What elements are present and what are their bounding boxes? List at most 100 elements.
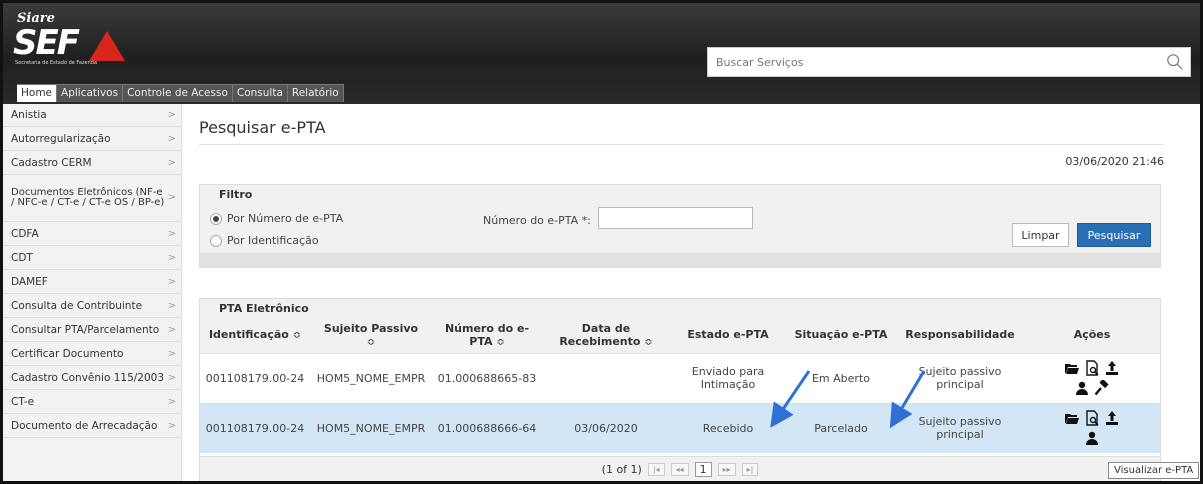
folder-open-icon[interactable] <box>1064 410 1080 426</box>
sidebar-item-autorregularizacao[interactable]: Autorregularização > <box>3 127 181 151</box>
radio-por-identificacao[interactable]: Por Identificação <box>210 234 319 247</box>
chevron-right-icon: > <box>167 252 176 263</box>
chevron-right-icon: > <box>167 396 176 407</box>
view-document-icon[interactable] <box>1084 360 1100 376</box>
sidebar-item-cdt[interactable]: CDT > <box>3 246 181 270</box>
tab-consulta[interactable]: Consulta <box>233 85 288 102</box>
sidebar-item-label: Anistia <box>11 109 47 121</box>
paginator: (1 of 1) |◂ ◂◂ 1 ▸▸ ▸| <box>200 456 1160 481</box>
tab-controle-de-acesso[interactable]: Controle de Acesso <box>123 85 233 102</box>
sidebar-item-label: DAMEF <box>11 275 48 288</box>
tooltip-visualizar: Visualizar e-PTA <box>1108 462 1200 479</box>
top-nav: Home Aplicativos Controle de Acesso Cons… <box>17 84 344 102</box>
pager-page-1[interactable]: 1 <box>694 462 712 477</box>
sidebar-item-documento-arrecadacao[interactable]: Documento de Arrecadação > <box>3 414 181 438</box>
cell-numero-epta: 01.000688666-64 <box>432 402 542 453</box>
sidebar-item-label: Certificar Documento <box>11 347 124 360</box>
col-label: Identificação <box>208 328 289 342</box>
table-row[interactable]: 001108179.00-24 HOM5_NOME_EMPR 01.000688… <box>200 402 1160 453</box>
search-box <box>707 47 1191 77</box>
sidebar-item-label: Consultar PTA/Parcelamento <box>11 323 160 336</box>
cell-identificacao: 001108179.00-24 <box>200 352 310 403</box>
sidebar-item-consultar-pta[interactable]: Consultar PTA/Parcelamento > <box>3 318 181 342</box>
datetime: 03/06/2020 21:46 <box>1065 155 1164 168</box>
cell-responsabilidade: Sujeito passivo principal <box>896 352 1024 403</box>
sidebar-item-cadastro-convenio[interactable]: Cadastro Convênio 115/2003 > <box>3 366 181 390</box>
sort-icon: ≎ <box>644 336 653 348</box>
row-actions <box>1055 360 1129 396</box>
radio-selected-icon <box>210 212 222 225</box>
tab-home[interactable]: Home <box>17 85 58 102</box>
col-data-recebimento[interactable]: Data de Recebimento ≎ <box>542 317 670 353</box>
results-panel: PTA Eletrônico Identificação ≎ Sujeito P… <box>199 298 1161 481</box>
col-responsabilidade: Responsabilidade <box>896 317 1024 353</box>
col-label: Responsabilidade <box>905 328 1015 342</box>
chevron-right-icon: > <box>167 300 176 311</box>
cell-numero-epta: 01.000688665-83 <box>432 352 542 403</box>
col-label: Sujeito Passivo <box>323 321 419 335</box>
chevron-right-icon: > <box>167 192 176 203</box>
logo-sef-text: SEF <box>13 23 80 63</box>
view-document-icon[interactable] <box>1084 410 1100 426</box>
sidebar-item-label: Documento de Arrecadação <box>11 419 158 432</box>
sidebar-item-damef[interactable]: DAMEF > <box>3 270 181 294</box>
cell-acoes <box>1024 352 1160 403</box>
pager-first-button[interactable]: |◂ <box>647 463 665 476</box>
logo-subtitle: Secretaria de Estado de Fazenda <box>15 60 98 66</box>
page-title: Pesquisar e-PTA <box>199 118 326 137</box>
sidebar-item-label: CT-e <box>11 395 35 408</box>
table-header-row: Identificação ≎ Sujeito Passivo ≎ Número … <box>200 317 1160 353</box>
sidebar-item-documentos-eletronicos[interactable]: Documentos Eletrônicos (NF-e / NFC-e / C… <box>3 175 181 222</box>
sidebar-item-label: CDT <box>11 251 33 264</box>
col-identificacao[interactable]: Identificação ≎ <box>200 317 310 353</box>
cell-data-recebimento: 03/06/2020 <box>542 402 670 453</box>
pesquisar-button[interactable]: Pesquisar <box>1077 223 1151 247</box>
results-table: Identificação ≎ Sujeito Passivo ≎ Número … <box>200 317 1160 453</box>
chevron-right-icon: > <box>167 372 176 383</box>
cell-data-recebimento <box>542 352 670 403</box>
search-icon[interactable] <box>1166 53 1184 71</box>
sidebar-item-cte[interactable]: CT-e > <box>3 390 181 414</box>
chevron-right-icon: > <box>167 276 176 287</box>
chevron-right-icon: > <box>167 324 176 335</box>
sidebar-item-label: Documentos Eletrônicos (NF-e / NFC-e / C… <box>11 187 165 208</box>
sort-icon: ≎ <box>366 336 376 348</box>
user-icon[interactable] <box>1084 430 1100 446</box>
sidebar-item-label: Cadastro Convênio 115/2003 <box>11 371 165 384</box>
cell-sujeito-passivo: HOM5_NOME_EMPR <box>310 352 432 403</box>
tab-aplicativos[interactable]: Aplicativos <box>57 85 124 102</box>
folder-open-icon[interactable] <box>1064 360 1080 376</box>
pager-prev-button[interactable]: ◂◂ <box>670 463 689 476</box>
radio-por-numero[interactable]: Por Número de e-PTA <box>210 212 343 225</box>
title-divider <box>199 144 1164 145</box>
sidebar-item-label: CDFA <box>11 227 39 240</box>
table-row[interactable]: 001108179.00-24 HOM5_NOME_EMPR 01.000688… <box>200 352 1160 403</box>
search-input[interactable] <box>708 48 1148 76</box>
sidebar-item-certificar-documento[interactable]: Certificar Documento > <box>3 342 181 366</box>
sidebar-item-cdfa[interactable]: CDFA > <box>3 222 181 246</box>
pager-last-button[interactable]: ▸| <box>741 463 759 476</box>
sidebar-item-consulta-contribuinte[interactable]: Consulta de Contribuinte > <box>3 294 181 318</box>
sidebar-item-label: Autorregularização <box>11 132 111 145</box>
chevron-right-icon: > <box>167 420 176 431</box>
cell-situacao-epta: Em Aberto <box>786 352 896 403</box>
sidebar-item-anistia[interactable]: Anistia > <box>3 104 181 127</box>
results-header: PTA Eletrônico <box>200 299 1160 317</box>
tab-relatorio[interactable]: Relatório <box>288 85 344 102</box>
upload-icon[interactable] <box>1104 360 1120 376</box>
upload-icon[interactable] <box>1104 410 1120 426</box>
limpar-button[interactable]: Limpar <box>1012 223 1069 247</box>
col-sujeito-passivo[interactable]: Sujeito Passivo ≎ <box>310 317 432 353</box>
pager-next-button[interactable]: ▸▸ <box>717 463 736 476</box>
radio-label: Por Identificação <box>227 234 319 247</box>
filter-footer-band <box>200 253 1160 267</box>
numero-epta-label: Número do e-PTA *: <box>483 214 591 227</box>
logo-triangle <box>89 31 125 61</box>
gavel-icon[interactable] <box>1094 380 1110 396</box>
sef-logo[interactable]: Siare SEF Secretaria de Estado de Fazend… <box>13 11 133 69</box>
col-numero-epta[interactable]: Número do e-PTA ≎ <box>432 317 542 353</box>
user-icon[interactable] <box>1074 380 1090 396</box>
sidebar-item-cadastro-cerm[interactable]: Cadastro CERM > <box>3 151 181 175</box>
col-label: Estado e-PTA <box>687 328 769 342</box>
numero-epta-input[interactable] <box>598 207 753 229</box>
